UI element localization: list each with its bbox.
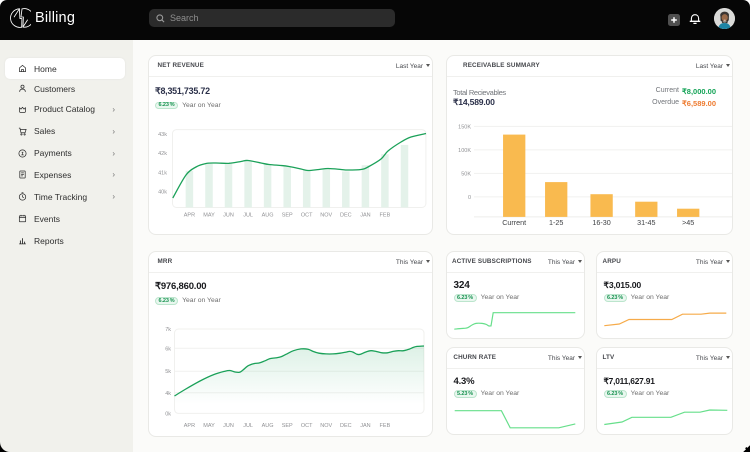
svg-text:DEC: DEC: [340, 213, 352, 219]
svg-text:0: 0: [468, 195, 471, 201]
svg-text:100K: 100K: [458, 148, 471, 154]
svg-text:NOV: NOV: [320, 213, 332, 219]
svg-text:OCT: OCT: [301, 213, 313, 219]
svg-text:1-25: 1-25: [549, 218, 563, 227]
svg-text:DEC: DEC: [340, 423, 352, 429]
svg-text:SEP: SEP: [282, 423, 293, 429]
svg-text:150K: 150K: [458, 124, 471, 130]
svg-text:4k: 4k: [165, 391, 171, 397]
svg-text:JAN: JAN: [360, 213, 370, 219]
svg-text:42k: 42k: [158, 151, 167, 157]
svg-text:JUN: JUN: [223, 423, 234, 429]
svg-text:OCT: OCT: [301, 423, 313, 429]
svg-text:40k: 40k: [158, 190, 167, 196]
svg-text:>45: >45: [682, 218, 694, 227]
svg-text:JUN: JUN: [223, 213, 234, 219]
svg-text:SEP: SEP: [282, 213, 293, 219]
svg-text:Current: Current: [502, 218, 526, 227]
svg-text:AUG: AUG: [262, 213, 274, 219]
svg-text:50K: 50K: [461, 171, 471, 177]
svg-text:FEB: FEB: [380, 423, 391, 429]
svg-text:6k: 6k: [165, 346, 171, 352]
svg-text:43k: 43k: [158, 132, 167, 138]
svg-text:31-45: 31-45: [637, 218, 655, 227]
svg-text:41k: 41k: [158, 170, 167, 176]
svg-text:JUL: JUL: [243, 213, 253, 219]
svg-text:0k: 0k: [165, 411, 171, 417]
svg-text:JAN: JAN: [360, 423, 370, 429]
svg-text:APR: APR: [184, 213, 195, 219]
svg-text:5k: 5k: [165, 369, 171, 375]
svg-text:MAY: MAY: [203, 213, 215, 219]
svg-text:7k: 7k: [165, 327, 171, 333]
svg-text:NOV: NOV: [320, 423, 332, 429]
svg-text:MAY: MAY: [203, 423, 215, 429]
svg-text:APR: APR: [184, 423, 195, 429]
svg-text:FEB: FEB: [380, 213, 391, 219]
svg-text:16-30: 16-30: [592, 218, 610, 227]
svg-text:AUG: AUG: [262, 423, 274, 429]
svg-text:JUL: JUL: [243, 423, 253, 429]
